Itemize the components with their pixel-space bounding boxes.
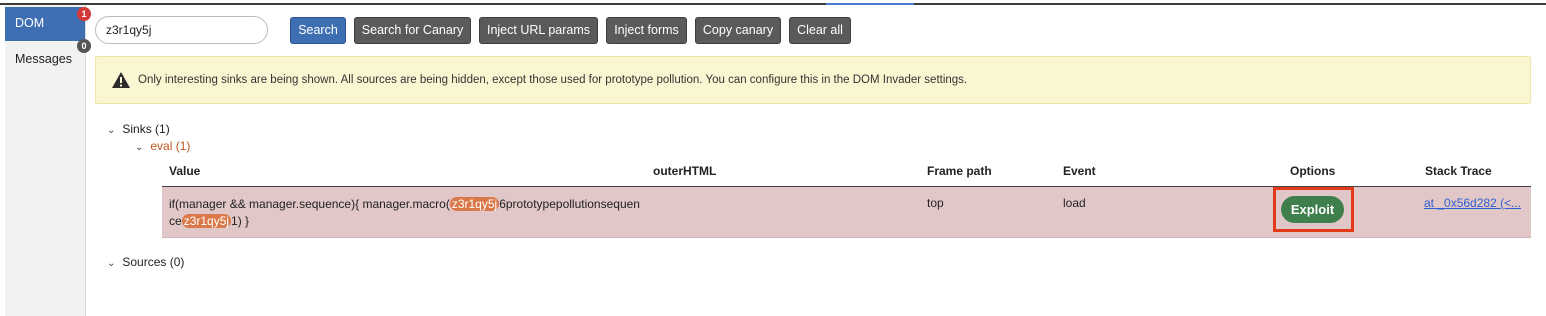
top-accent-bar [826, 3, 914, 5]
warning-banner: Only interesting sinks are being shown. … [95, 56, 1531, 104]
inject-forms-button[interactable]: Inject forms [606, 17, 687, 44]
left-tab-column: DOM Messages 1 0 [5, 5, 91, 316]
frame-path-cell: top [927, 196, 944, 210]
messages-count-badge: 0 [77, 39, 91, 53]
chevron-down-icon: ⌄ [107, 125, 116, 136]
sinks-label: Sinks (1) [122, 122, 170, 136]
eval-label: eval (1) [150, 139, 191, 153]
canary-highlight: z3r1qy5j [449, 197, 500, 211]
search-canary-button[interactable]: Search for Canary [354, 17, 471, 44]
search-input[interactable] [95, 16, 268, 44]
warning-text: Only interesting sinks are being shown. … [138, 74, 968, 86]
chevron-down-icon: ⌄ [107, 258, 116, 269]
top-divider [0, 3, 1546, 5]
sinks-toggle[interactable]: ⌄ Sinks (1) [107, 122, 170, 136]
col-header-value: Value [169, 164, 201, 178]
value-text: ce [169, 214, 182, 228]
inject-url-params-button[interactable]: Inject URL params [479, 17, 598, 44]
tab-dom[interactable]: DOM [5, 7, 85, 41]
clear-all-button[interactable]: Clear all [789, 17, 851, 44]
canary-highlight: z3r1qy5j [181, 214, 232, 228]
exploit-button[interactable]: Exploit [1281, 196, 1344, 223]
sources-label: Sources (0) [122, 255, 185, 269]
warning-icon [112, 72, 130, 88]
sink-value: if(manager && manager.sequence){ manager… [169, 196, 649, 230]
stack-trace-link[interactable]: at _0x56d282 (<... [1424, 196, 1521, 210]
dom-count-badge: 1 [77, 7, 91, 21]
event-cell: load [1063, 196, 1086, 210]
col-header-stack-trace: Stack Trace [1425, 164, 1492, 178]
chevron-down-icon: ⌄ [135, 142, 144, 153]
value-text: if(manager && manager.sequence){ manager… [169, 197, 450, 211]
table-row: if(manager && manager.sequence){ manager… [162, 187, 1531, 238]
col-header-options: Options [1290, 164, 1336, 178]
col-header-frame-path: Frame path [927, 164, 992, 178]
tab-dom-label: DOM [15, 16, 45, 30]
search-button[interactable]: Search [290, 17, 346, 44]
col-header-outerhtml: outerHTML [653, 164, 717, 178]
sources-toggle[interactable]: ⌄ Sources (0) [107, 255, 184, 269]
eval-toggle[interactable]: ⌄ eval (1) [135, 139, 190, 153]
value-text: 1) } [231, 214, 250, 228]
exploit-highlight-box: Exploit [1273, 187, 1354, 232]
tab-messages-label: Messages [15, 52, 72, 66]
tab-messages[interactable]: Messages [5, 43, 85, 75]
value-text: 6prototypepollutionsequen [499, 197, 640, 211]
copy-canary-button[interactable]: Copy canary [695, 17, 781, 44]
col-header-event: Event [1063, 164, 1096, 178]
